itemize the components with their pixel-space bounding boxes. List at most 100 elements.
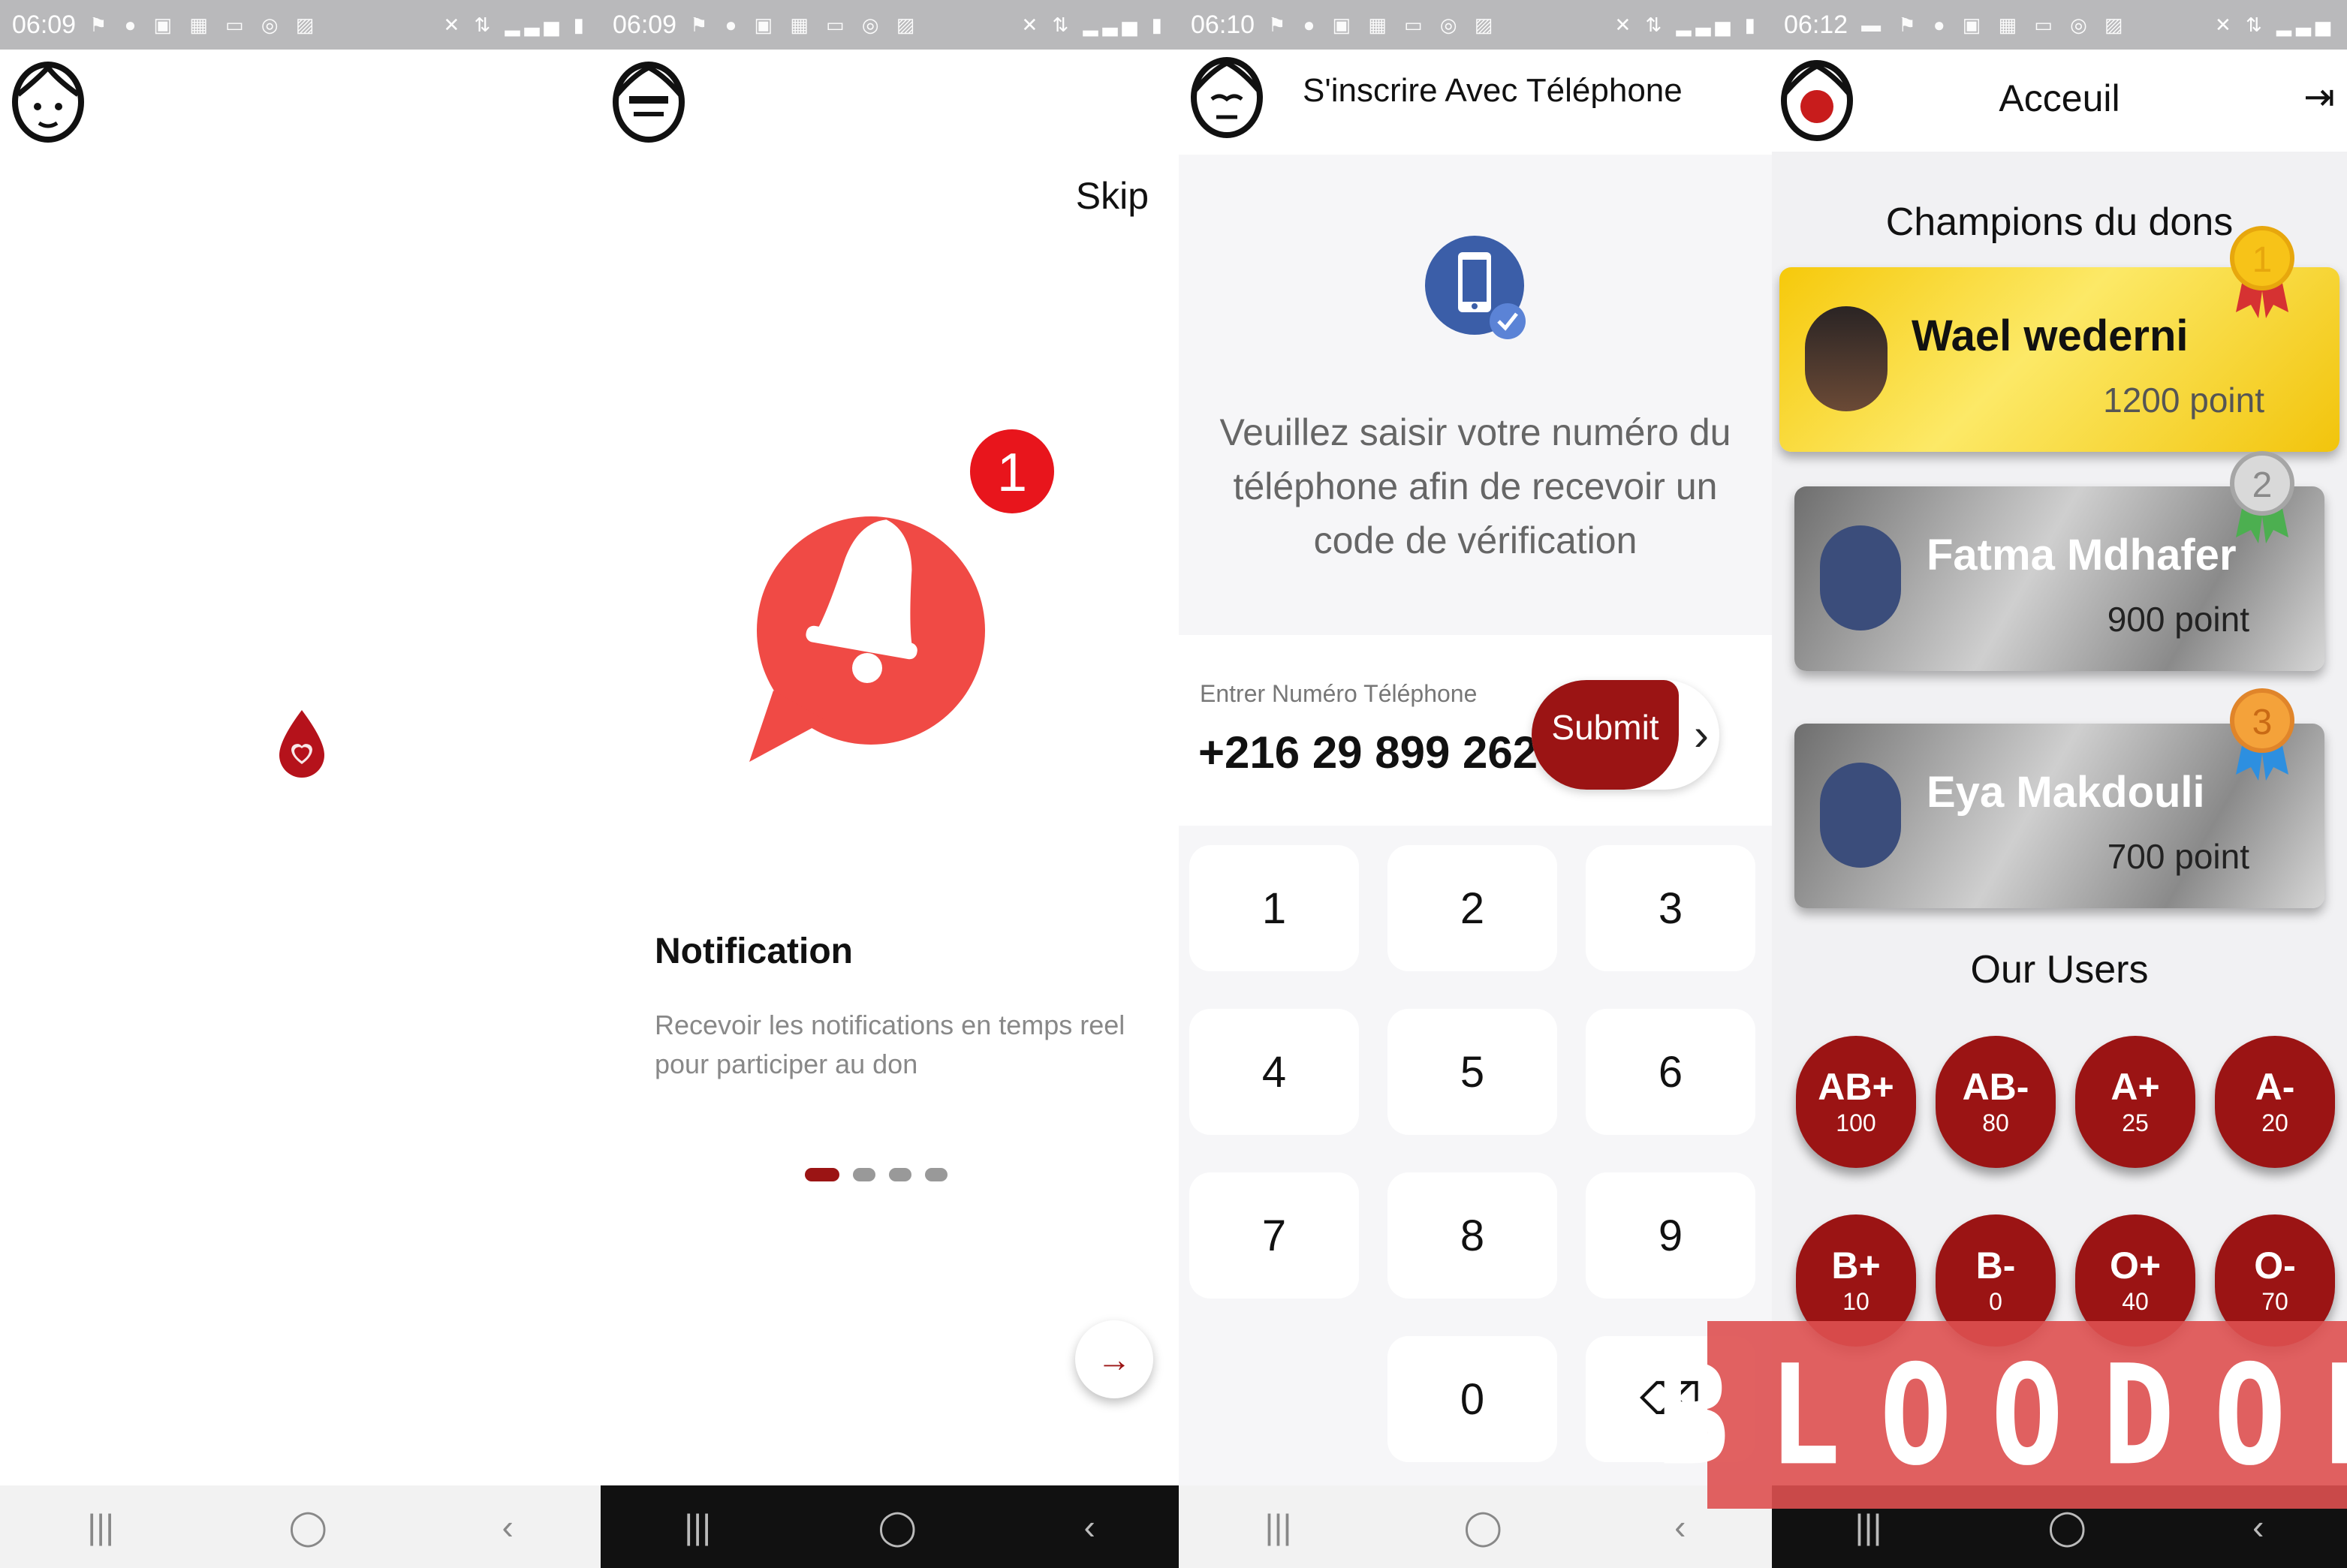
gold-medal-icon: 1 <box>2230 226 2294 318</box>
blood-group-count: 20 <box>2261 1109 2288 1136</box>
system-icons: ✕ ⇅ ▂▃▅ ▮ <box>443 13 589 36</box>
key-4[interactable]: 4 <box>1189 1009 1359 1135</box>
key-5[interactable]: 5 <box>1387 1009 1557 1135</box>
champion-points: 1200 point <box>2103 381 2264 420</box>
system-icons: ✕ ⇅ ▂▃▅ ▮ <box>1614 13 1760 36</box>
brand-banner: BLOODON <box>1657 1321 2347 1509</box>
home-icon[interactable]: ◯ <box>289 1506 327 1547</box>
page-title: S'inscrire Avec Téléphone <box>1303 72 1683 109</box>
face-logo-icon <box>12 62 84 143</box>
blood-group-count: 10 <box>1842 1288 1869 1315</box>
phone-field-label: Entrer Numéro Téléphone <box>1200 680 1478 707</box>
logout-icon[interactable]: ⇥ <box>2303 75 2335 119</box>
system-nav-bar: ||| ◯ ‹ <box>601 1485 1179 1568</box>
champion-points: 700 point <box>2107 837 2249 876</box>
notification-icons: ⚑ ● ▣ ▦ ▭ ◎ ▨ <box>690 13 921 36</box>
splash-screen: 06:09 ⚑ ● ▣ ▦ ▭ ◎ ▨ ✕ ⇅ ▂▃▅ ▮ ||| ◯ ‹ <box>0 0 601 1568</box>
blood-group-label: B- <box>1975 1244 2016 1287</box>
status-time: 06:09 <box>12 10 77 39</box>
next-arrow-button[interactable]: → <box>1075 1320 1153 1398</box>
system-nav-bar: ||| ◯ ‹ <box>0 1485 601 1568</box>
back-icon[interactable]: ‹ <box>1083 1506 1095 1547</box>
key-empty <box>1189 1336 1359 1462</box>
notification-illustration: 1 <box>743 413 1059 788</box>
phone-input[interactable]: +216 29 899 262 <box>1198 727 1538 778</box>
blood-group-label: O+ <box>2109 1244 2162 1287</box>
onboarding-title: Notification <box>655 931 853 971</box>
phone-register-screen: 06:10 ⚑ ● ▣ ▦ ▭ ◎ ▨ ✕ ⇅ ▂▃▅ ▮ S'inscrire… <box>1179 0 1772 1568</box>
key-0[interactable]: 0 <box>1387 1336 1557 1462</box>
key-2[interactable]: 2 <box>1387 845 1557 971</box>
notification-badge: 1 <box>997 443 1027 503</box>
blood-group-label: O- <box>2254 1244 2296 1287</box>
status-time: 06:12 <box>1784 10 1848 39</box>
blood-group-a-minus[interactable]: A- 20 <box>2215 1036 2335 1168</box>
blood-group-ab-minus[interactable]: AB- 80 <box>1936 1036 2056 1168</box>
home-icon[interactable]: ◯ <box>878 1506 917 1547</box>
page-dot <box>853 1168 875 1181</box>
chevron-right-icon: › <box>1694 709 1709 760</box>
onboarding-screen: 06:09 ⚑ ● ▣ ▦ ▭ ◎ ▨ ✕ ⇅ ▂▃▅ ▮ Skip 1 Not… <box>601 0 1179 1568</box>
status-time: 06:10 <box>1191 10 1255 39</box>
silver-medal-icon: 2 <box>2230 451 2294 543</box>
back-icon[interactable]: ‹ <box>1674 1506 1686 1547</box>
submit-label: Submit <box>1532 680 1679 790</box>
face-logo-icon <box>613 62 685 143</box>
phone-input-section: Entrer Numéro Téléphone +216 29 899 262 … <box>1179 635 1772 826</box>
champion-name: Wael wederni <box>1912 311 2189 360</box>
blood-group-a-plus[interactable]: A+ 25 <box>2075 1036 2195 1168</box>
user-avatar-icon <box>1820 763 1901 868</box>
back-icon[interactable]: ‹ <box>502 1506 513 1547</box>
blood-group-grid: AB+ 100 AB- 80 A+ 25 A- 20 B+ 10 B- 0 O+… <box>1796 1036 2335 1347</box>
system-icons: ✕ ⇅ ▂▃▅ ▮ <box>1021 13 1167 36</box>
status-bar: 06:09 ⚑ ● ▣ ▦ ▭ ◎ ▨ ✕ ⇅ ▂▃▅ ▮ <box>0 0 601 50</box>
onboarding-description: Recevoir les notifications en temps reel… <box>655 1010 1125 1079</box>
blood-group-label: A+ <box>2110 1066 2160 1108</box>
medal-rank: 3 <box>2252 703 2273 742</box>
home-icon[interactable]: ◯ <box>1464 1506 1502 1547</box>
blood-group-count: 70 <box>2261 1288 2288 1315</box>
key-6[interactable]: 6 <box>1586 1009 1755 1135</box>
champion-name: Eya Makdouli <box>1927 768 2205 817</box>
blood-group-count: 80 <box>1982 1109 2009 1136</box>
page-dot <box>925 1168 948 1181</box>
info-text: Veuillez saisir votre numéro du téléphon… <box>1219 411 1731 561</box>
recent-apps-icon[interactable]: ||| <box>87 1506 114 1547</box>
key-7[interactable]: 7 <box>1189 1172 1359 1299</box>
skip-button[interactable]: Skip <box>1076 174 1149 218</box>
arrow-right-icon: → <box>1097 1340 1131 1379</box>
key-9[interactable]: 9 <box>1586 1172 1755 1299</box>
home-icon[interactable]: ◯ <box>2048 1506 2086 1547</box>
medal-rank: 2 <box>2252 465 2273 505</box>
recent-apps-icon[interactable]: ||| <box>1265 1506 1292 1547</box>
blood-group-count: 100 <box>1836 1109 1876 1136</box>
notification-icons: ⚑ ● ▣ ▦ ▭ ◎ ▨ <box>1268 13 1499 36</box>
blood-group-count: 0 <box>1989 1288 2002 1315</box>
notification-icons: ▬ ⚑ ● ▣ ▦ ▭ ◎ ▨ <box>1861 13 2129 36</box>
key-3[interactable]: 3 <box>1586 845 1755 971</box>
bronze-medal-icon: 3 <box>2230 688 2294 781</box>
page-dot-active <box>805 1168 839 1181</box>
blood-drop-logo-icon <box>279 710 324 778</box>
back-icon[interactable]: ‹ <box>2252 1506 2264 1547</box>
key-8[interactable]: 8 <box>1387 1172 1557 1299</box>
recent-apps-icon[interactable]: ||| <box>1855 1506 1882 1547</box>
page-indicator <box>805 1168 948 1181</box>
recent-apps-icon[interactable]: ||| <box>684 1506 711 1547</box>
blood-group-label: A- <box>2255 1066 2295 1108</box>
blood-group-label: AB- <box>1962 1066 2029 1108</box>
status-time: 06:09 <box>613 10 677 39</box>
page-title: Acceuil <box>1999 77 2120 119</box>
user-photo <box>1805 306 1888 411</box>
phone-verified-icon <box>1425 236 1526 339</box>
blood-group-count: 40 <box>2122 1288 2149 1315</box>
key-1[interactable]: 1 <box>1189 845 1359 971</box>
user-avatar-icon <box>1820 525 1901 631</box>
status-bar: 06:09 ⚑ ● ▣ ▦ ▭ ◎ ▨ ✕ ⇅ ▂▃▅ ▮ <box>601 0 1179 50</box>
blood-group-count: 25 <box>2122 1109 2149 1136</box>
blood-group-ab-plus[interactable]: AB+ 100 <box>1796 1036 1916 1168</box>
champion-points: 900 point <box>2107 600 2249 639</box>
medal-rank: 1 <box>2252 240 2273 280</box>
system-icons: ✕ ⇅ ▂▃▅ <box>2214 13 2335 36</box>
submit-button[interactable]: Submit › <box>1532 680 1719 790</box>
